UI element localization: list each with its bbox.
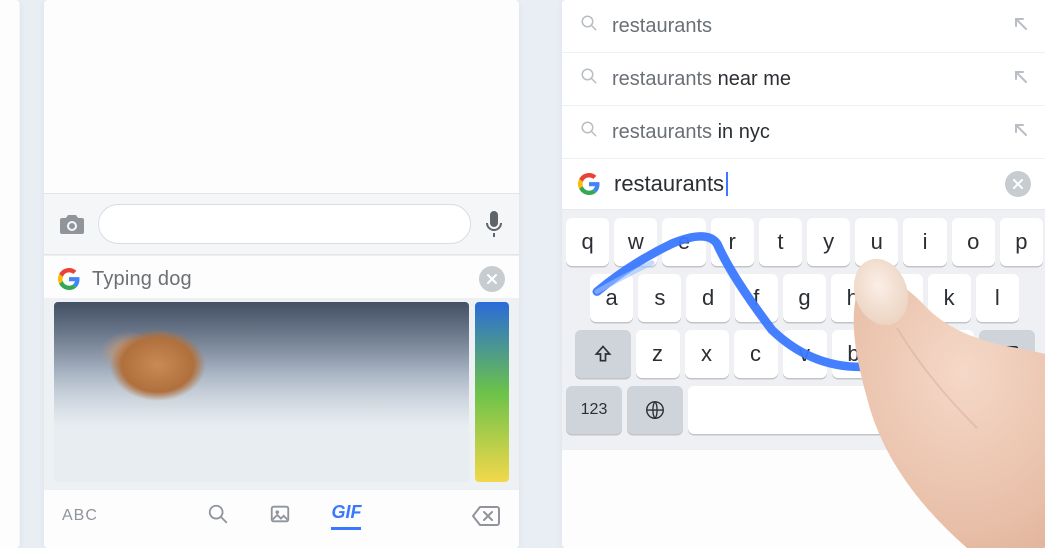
key-w[interactable]: w [614, 218, 657, 266]
backspace-icon[interactable] [471, 505, 501, 527]
search-icon [580, 120, 598, 144]
gif-result-2[interactable] [475, 302, 509, 482]
keyboard-row-4: 123 search [566, 386, 1043, 434]
key-g[interactable]: g [783, 274, 826, 322]
clear-search-button[interactable] [479, 266, 505, 292]
google-search-bar[interactable]: restaurants [562, 159, 1045, 210]
insert-arrow-icon[interactable] [1013, 68, 1029, 91]
key-y[interactable]: y [807, 218, 850, 266]
key-q[interactable]: q [566, 218, 609, 266]
key-globe[interactable] [627, 386, 683, 434]
insert-arrow-icon[interactable] [1013, 121, 1029, 144]
insert-arrow-icon[interactable] [1013, 15, 1029, 38]
clear-search-button[interactable] [1005, 171, 1031, 197]
message-text-input[interactable] [98, 204, 471, 244]
key-a[interactable]: a [590, 274, 633, 322]
key-u[interactable]: u [855, 218, 898, 266]
message-input-bar [44, 193, 519, 255]
key-c[interactable]: c [734, 330, 778, 378]
search-icon [580, 14, 598, 38]
keyboard-row-3: z x c v b n m [566, 330, 1043, 378]
key-x[interactable]: x [685, 330, 729, 378]
phone-gif-search: Typing dog ABC GIF [44, 0, 519, 548]
key-space[interactable] [688, 386, 932, 434]
gif-result-1[interactable] [54, 302, 469, 482]
key-b[interactable]: b [832, 330, 876, 378]
key-z[interactable]: z [636, 330, 680, 378]
key-shift[interactable] [575, 330, 631, 378]
suggestion-text: restaurants in nyc [612, 121, 770, 144]
gif-results-strip [44, 298, 519, 490]
keyboard-row-2: a s d f g h j k l [566, 274, 1043, 322]
suggestion-row-0[interactable]: restaurants [562, 0, 1045, 53]
text-caret [726, 172, 728, 196]
camera-icon[interactable] [58, 212, 86, 236]
key-s[interactable]: s [638, 274, 681, 322]
search-suggestions: restaurants restaurants near me restaura… [562, 0, 1045, 159]
key-e[interactable]: e [662, 218, 705, 266]
key-p[interactable]: p [1000, 218, 1043, 266]
phone-sliver [0, 0, 20, 548]
chat-area [44, 0, 519, 193]
phone-search-keyboard: restaurants restaurants near me restaura… [562, 0, 1045, 548]
keyboard-row-1: q w e r t y u i o p [566, 218, 1043, 266]
key-123[interactable]: 123 [566, 386, 622, 434]
google-logo-icon[interactable] [58, 268, 80, 290]
key-h[interactable]: h [831, 274, 874, 322]
key-d[interactable]: d [686, 274, 729, 322]
suggestion-text: restaurants [612, 15, 712, 38]
qwerty-keyboard: q w e r t y u i o p a s d f g h j k l z [562, 210, 1045, 450]
key-i[interactable]: i [903, 218, 946, 266]
search-input-value: restaurants [614, 171, 724, 197]
abc-tab[interactable]: ABC [62, 507, 98, 525]
key-r[interactable]: r [711, 218, 754, 266]
key-k[interactable]: k [928, 274, 971, 322]
image-tab-icon[interactable] [269, 503, 291, 530]
google-logo-icon [578, 173, 600, 195]
gboard-bottom-bar: ABC GIF [44, 490, 519, 548]
key-search[interactable]: search [937, 386, 1043, 434]
key-l[interactable]: l [976, 274, 1019, 322]
key-m[interactable]: m [930, 330, 974, 378]
key-t[interactable]: t [759, 218, 802, 266]
bottom-tabs: GIF [98, 502, 471, 530]
suggestion-text: restaurants near me [612, 68, 791, 91]
key-j[interactable]: j [879, 274, 922, 322]
suggestion-row-2[interactable]: restaurants in nyc [562, 106, 1045, 159]
gif-tab[interactable]: GIF [331, 502, 361, 530]
key-v[interactable]: v [783, 330, 827, 378]
key-f[interactable]: f [735, 274, 778, 322]
search-input[interactable]: restaurants [614, 171, 991, 197]
gif-search-row: Typing dog [44, 256, 519, 298]
search-icon [580, 67, 598, 91]
key-o[interactable]: o [952, 218, 995, 266]
gboard-panel: Typing dog ABC GIF [44, 255, 519, 548]
key-backspace[interactable] [979, 330, 1035, 378]
key-n[interactable]: n [881, 330, 925, 378]
gif-search-text[interactable]: Typing dog [92, 268, 467, 291]
search-tab-icon[interactable] [207, 503, 229, 530]
suggestion-row-1[interactable]: restaurants near me [562, 53, 1045, 106]
mic-icon[interactable] [483, 210, 505, 238]
